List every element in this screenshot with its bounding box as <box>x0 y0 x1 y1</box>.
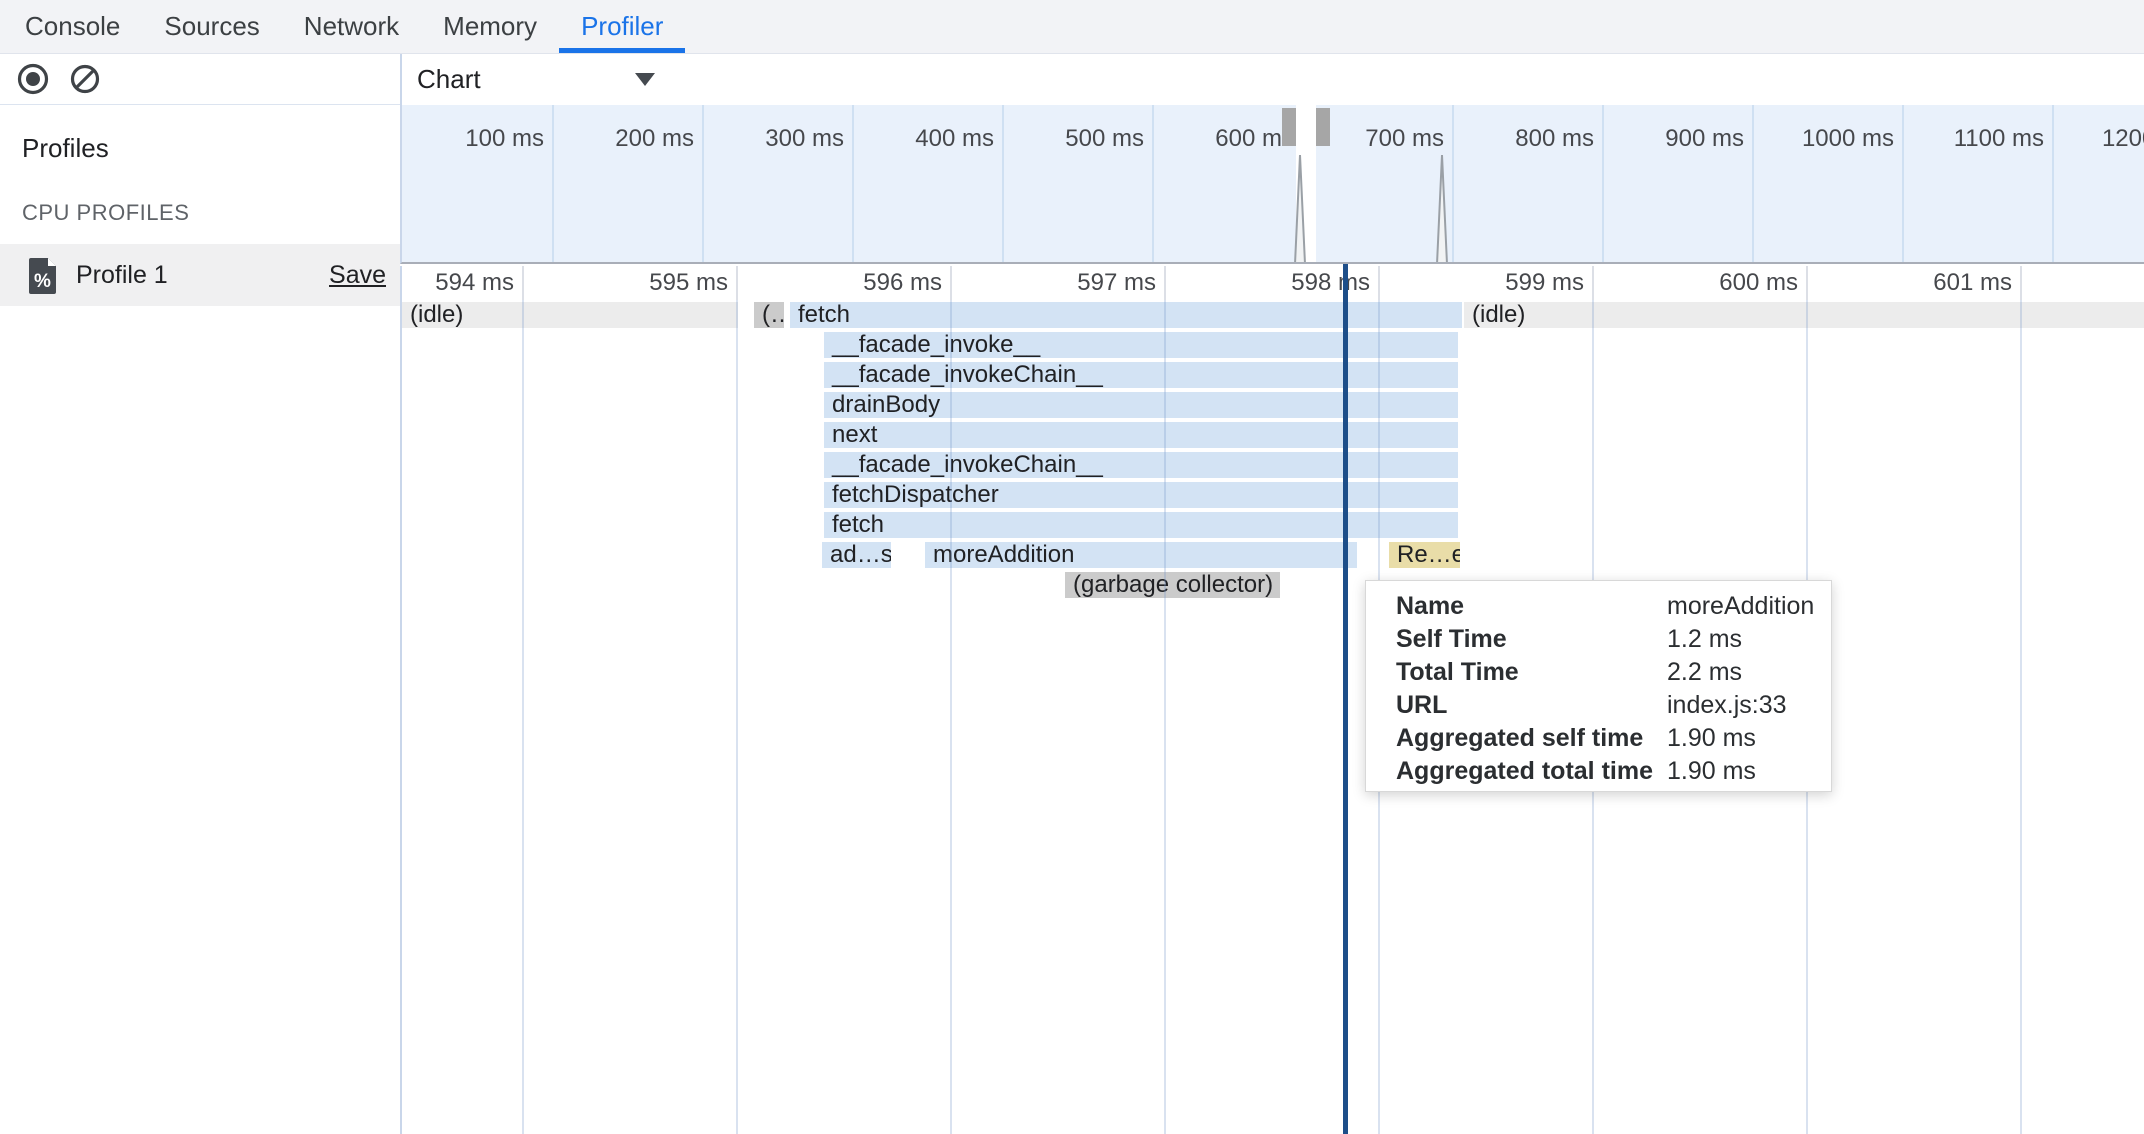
ruler-tick-line <box>522 266 524 300</box>
gridline <box>736 300 738 1134</box>
tooltip-field-label: Name <box>1396 590 1464 623</box>
devtools-tab-bar: Console Sources Network Memory Profiler <box>0 0 2144 54</box>
gridline <box>522 300 524 1134</box>
cpu-activity-graph <box>402 105 2144 264</box>
clear-button[interactable] <box>68 62 102 96</box>
profiler-toolbar <box>0 54 400 105</box>
flame-bar[interactable]: fetch <box>790 302 1462 328</box>
chevron-down-icon <box>635 73 655 86</box>
active-tab-underline <box>559 48 685 53</box>
ruler-tick-line <box>2020 266 2022 300</box>
ruler-tick-line <box>1592 266 1594 300</box>
ruler-tick-label: 594 ms <box>400 269 514 297</box>
timeline-overview[interactable]: 100 ms200 ms300 ms400 ms500 ms600 ms700 … <box>400 105 2144 264</box>
view-mode-label: Chart <box>417 64 481 95</box>
flame-bar[interactable]: (garbage collector) <box>1065 572 1280 598</box>
ruler-tick-label: 599 ms <box>1464 269 1584 297</box>
flame-bar[interactable]: __facade_invoke__ <box>824 332 1458 358</box>
ruler-tick-line <box>950 266 952 300</box>
tooltip-field-value: index.js:33 <box>1667 689 1787 722</box>
tooltip-field-label: Aggregated total time <box>1396 755 1653 788</box>
cpu-usage-spike <box>1295 155 1305 264</box>
flame-bar[interactable]: fetchDispatcher <box>824 482 1458 508</box>
ruler-tick-line <box>736 266 738 300</box>
tooltip-row: Self Time 1.2 ms <box>1366 623 1831 656</box>
flame-bar[interactable]: __facade_invokeChain__ <box>824 452 1458 478</box>
devtools-profiler-panel: Console Sources Network Memory Profiler … <box>0 0 2144 1134</box>
tooltip-row: Name moreAddition <box>1366 590 1831 623</box>
tooltip-field-value: 2.2 ms <box>1667 656 1742 689</box>
cpu-usage-spike <box>1437 155 1447 264</box>
gridline <box>1164 300 1166 1134</box>
cpu-profiles-section-label: CPU PROFILES <box>22 200 400 226</box>
tab-sources[interactable]: Sources <box>142 0 281 53</box>
tooltip-field-value: moreAddition <box>1667 590 1814 623</box>
tooltip-field-label: Aggregated self time <box>1396 722 1643 755</box>
view-mode-select[interactable]: Chart <box>417 54 655 105</box>
ruler-tick-line <box>1806 266 1808 300</box>
timeline-cursor-line[interactable] <box>1343 264 1348 1134</box>
tooltip-row: URL index.js:33 <box>1366 689 1831 722</box>
ruler-tick-label: 600 ms <box>1678 269 1798 297</box>
flame-bar[interactable]: __facade_invokeChain__ <box>824 362 1458 388</box>
chart-toolbar: Chart <box>400 54 2144 105</box>
tooltip-field-value: 1.2 ms <box>1667 623 1742 656</box>
tooltip-row: Total Time 2.2 ms <box>1366 656 1831 689</box>
timeline-ruler: 594 ms 595 ms 596 ms 597 ms 598 ms 599 ms 600 … <box>400 266 2144 300</box>
profile-name: Profile 1 <box>76 261 329 290</box>
ruler-tick-line <box>1378 266 1380 300</box>
tooltip-row: Aggregated total time 1.90 ms <box>1366 755 1831 788</box>
flame-chart[interactable]: (idle)(…fetch(idle)__facade_invoke____fa… <box>400 300 2144 1134</box>
flame-bar[interactable]: fetch <box>824 512 1458 538</box>
tooltip-field-value: 1.90 ms <box>1667 722 1756 755</box>
tooltip-field-label: Total Time <box>1396 656 1519 689</box>
tab-memory[interactable]: Memory <box>421 0 559 53</box>
tab-console[interactable]: Console <box>3 0 142 53</box>
record-icon <box>16 62 50 96</box>
flame-bar[interactable]: drainBody <box>824 392 1458 418</box>
profiles-heading: Profiles <box>22 133 400 164</box>
ruler-tick-label: 595 ms <box>608 269 728 297</box>
ruler-tick-label: 597 ms <box>1036 269 1156 297</box>
tooltip-row: Aggregated self time 1.90 ms <box>1366 722 1831 755</box>
frame-details-tooltip: NamemoreAdditionSelf Time1.2 msTotal Tim… <box>1365 580 1832 792</box>
flame-bar[interactable]: (idle) <box>1464 302 2144 328</box>
tab-profiler[interactable]: Profiler <box>559 0 685 53</box>
svg-text:%: % <box>34 271 51 292</box>
flame-bar[interactable]: (… <box>754 302 784 328</box>
tab-network[interactable]: Network <box>282 0 421 53</box>
flame-bar[interactable]: moreAddition <box>925 542 1357 568</box>
flame-bar[interactable]: ad…s <box>822 542 891 568</box>
ruler-tick-label: 598 ms <box>1250 269 1370 297</box>
gridline <box>2020 300 2022 1134</box>
sidebar-item-profile-1[interactable]: % Profile 1 Save <box>0 244 400 306</box>
flame-bar[interactable]: (idle) <box>402 302 738 328</box>
save-profile-link[interactable]: Save <box>329 261 386 290</box>
clear-icon <box>69 63 101 95</box>
ruler-tick-line <box>1164 266 1166 300</box>
tooltip-field-value: 1.90 ms <box>1667 755 1756 788</box>
ruler-tick-label: 601 ms <box>1892 269 2012 297</box>
gridline <box>950 300 952 1134</box>
record-button[interactable] <box>16 62 50 96</box>
tooltip-field-label: Self Time <box>1396 623 1507 656</box>
tooltip-field-label: URL <box>1396 689 1447 722</box>
profile-document-icon: % <box>28 257 58 294</box>
profiles-sidebar: Profiles CPU PROFILES % Profile 1 Save <box>0 105 400 1134</box>
flame-bar[interactable]: next <box>824 422 1458 448</box>
ruler-tick-label: 596 ms <box>822 269 942 297</box>
flame-bar[interactable]: Re…e <box>1389 542 1460 568</box>
